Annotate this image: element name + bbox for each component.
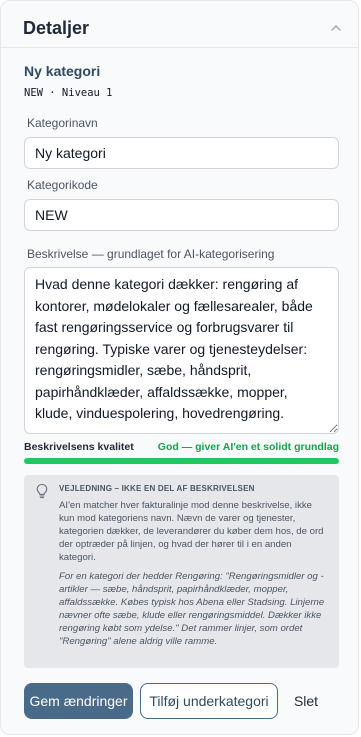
guidance-heading: VEJLEDNING – IKKE EN DEL AF BESKRIVELSEN <box>59 484 255 493</box>
save-button[interactable]: Gem ændringer <box>24 683 133 719</box>
header-divider <box>1 47 358 48</box>
add-subcategory-button[interactable]: Tilføj underkategori <box>140 683 278 719</box>
guidance-box: VEJLEDNING – IKKE EN DEL AF BESKRIVELSEN… <box>24 475 339 668</box>
category-name-input[interactable] <box>24 137 339 169</box>
panel-header[interactable]: Detaljer <box>23 15 342 41</box>
description-label: Beskrivelse — grundlaget for AI-kategori… <box>27 247 275 261</box>
quality-bar <box>24 458 339 464</box>
code-label: Kategorikode <box>27 178 98 192</box>
quality-row: Beskrivelsens kvalitet God — giver AI'en… <box>24 441 339 453</box>
guidance-body: AI'en matcher hver fakturalinje mod denn… <box>59 500 324 563</box>
description-textarea[interactable]: Hvad denne kategori dækker: rengøring af… <box>24 267 339 434</box>
chevron-up-icon[interactable] <box>330 22 342 34</box>
quality-label: Beskrivelsens kvalitet <box>24 441 134 453</box>
guidance-example: For en kategori der hedder Rengøring: "R… <box>59 571 325 647</box>
quality-status: God — giver AI'en et solidt grundlag <box>157 441 339 453</box>
quality-bar-fill <box>24 458 339 464</box>
details-panel: Detaljer Ny kategori NEW · Niveau 1 Kate… <box>0 0 359 735</box>
lightbulb-icon <box>35 483 49 499</box>
delete-button[interactable]: Slet <box>284 683 328 719</box>
panel-title: Detaljer <box>23 17 90 38</box>
category-title: Ny kategori <box>24 63 101 79</box>
name-label: Kategorinavn <box>27 116 98 130</box>
category-meta: NEW · Niveau 1 <box>24 87 113 99</box>
category-code-input[interactable] <box>24 199 339 231</box>
